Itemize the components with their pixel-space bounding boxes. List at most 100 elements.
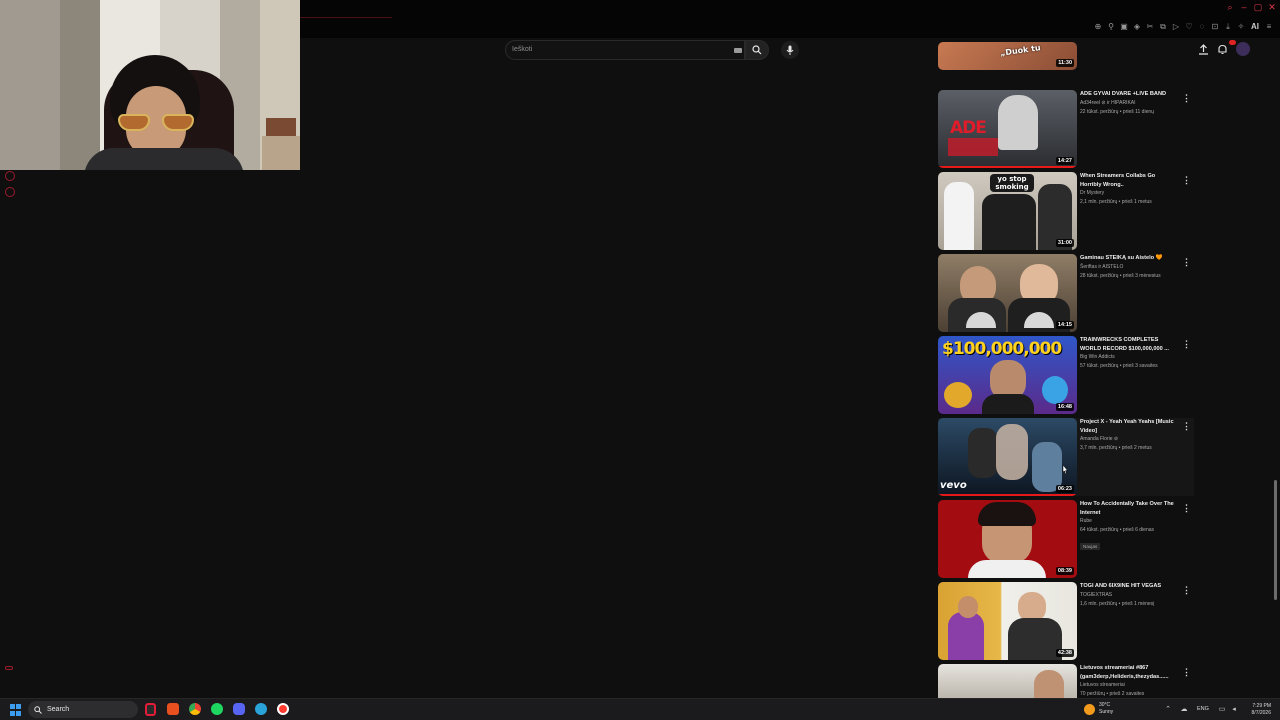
cast-icon[interactable]: ⧉	[1158, 22, 1168, 32]
more-options-icon[interactable]: ⋮	[1182, 585, 1191, 595]
video-thumbnail[interactable]: 42:38	[938, 582, 1077, 660]
discord-app-icon[interactable]	[233, 703, 245, 715]
video-channel[interactable]: Ad34reel ⊘ ir HIPARIKAI	[1080, 99, 1178, 108]
language-indicator[interactable]: ENG	[1197, 706, 1209, 712]
zoom-icon[interactable]: ⊕	[1093, 22, 1103, 32]
clock-time[interactable]: 7:29 PM	[1247, 703, 1271, 709]
sun-icon[interactable]	[1084, 704, 1095, 715]
list-item[interactable]: 42:38 TOGI AND 6IX9INE HIT VEGAS TOGIEXT…	[938, 582, 1194, 660]
video-title[interactable]: TRAINWRECKS COMPLETES WORLD RECORD $100,…	[1080, 336, 1178, 353]
brave-app-icon[interactable]	[167, 703, 179, 715]
spotify-app-icon[interactable]	[211, 703, 223, 715]
sidebar-settings-icon[interactable]	[5, 187, 15, 197]
search-tabs-icon[interactable]: ⌕	[1226, 3, 1234, 12]
vevo-logo: vevo	[940, 480, 967, 491]
list-item[interactable]: Lietuvos streameriai #867 (gam3derp,Heli…	[938, 664, 1194, 698]
sidebar-messenger-icon[interactable]	[5, 171, 15, 181]
list-item[interactable]: $100,000,000 16:48 TRAINWRECKS COMPLETES…	[938, 336, 1194, 414]
tracker-icon[interactable]: ✂	[1145, 22, 1155, 32]
video-title[interactable]: TOGI AND 6IX9INE HIT VEGAS	[1080, 582, 1178, 591]
cloud-icon[interactable]: ☁	[1180, 706, 1188, 714]
search-button[interactable]	[745, 40, 769, 60]
maximize-icon[interactable]: ▢	[1254, 3, 1263, 12]
video-duration: 31:00	[1055, 239, 1074, 247]
more-options-icon[interactable]: ⋮	[1182, 421, 1191, 431]
shield-icon[interactable]: ◈	[1132, 22, 1142, 32]
pin-icon[interactable]: ⚲	[1106, 22, 1116, 32]
video-thumbnail[interactable]: 08:39	[938, 500, 1077, 578]
download-icon[interactable]: ⤓	[1223, 22, 1233, 32]
page-scrollbar[interactable]	[1272, 60, 1278, 696]
video-channel[interactable]: Rube	[1080, 517, 1178, 526]
close-icon[interactable]: ✕	[1268, 3, 1276, 12]
more-options-icon[interactable]: ⋮	[1182, 339, 1191, 349]
keyboard-icon[interactable]	[734, 48, 742, 53]
video-channel[interactable]: Dr Mystery	[1080, 189, 1178, 198]
chevron-up-icon[interactable]: ⌃	[1164, 706, 1172, 714]
video-title[interactable]: Gaminau STEIKĄ su Aistelo 🧡	[1080, 254, 1178, 263]
video-thumbnail[interactable]: yo stop smoking 31:00	[938, 172, 1077, 250]
video-title[interactable]: When Streamers Collabs Go Horribly Wrong…	[1080, 172, 1178, 189]
obs-app-icon[interactable]	[277, 703, 289, 715]
list-item[interactable]: 14:15 Gaminau STEIKĄ su Aistelo 🧡 Šerift…	[938, 254, 1194, 332]
video-thumbnail[interactable]: $100,000,000 16:48	[938, 336, 1077, 414]
video-stats: 22 tūkst. peržiūrų • prieš 11 dienų	[1080, 108, 1154, 115]
video-thumbnail[interactable]: ADE 14:27	[938, 90, 1077, 168]
minimize-icon[interactable]: –	[1240, 3, 1248, 12]
volume-icon[interactable]: ◂	[1230, 706, 1238, 714]
more-options-icon[interactable]: ⋮	[1182, 175, 1191, 185]
search-input[interactable]: Ieškoti	[505, 40, 745, 60]
ai-button[interactable]: AI	[1249, 22, 1261, 32]
video-title[interactable]: Project X - Yeah Yeah Yeahs [Music Video…	[1080, 418, 1178, 435]
video-stats: 2,1 mln. peržiūrų • prieš 1 metus	[1080, 199, 1152, 205]
opera-app-icon[interactable]	[145, 703, 156, 716]
list-item[interactable]: yo stop smoking 31:00 When Streamers Col…	[938, 172, 1194, 250]
heart-icon[interactable]: ♡	[1184, 22, 1194, 32]
video-duration: 08:39	[1055, 567, 1074, 575]
extensions-icon[interactable]: ✧	[1236, 22, 1246, 32]
list-item[interactable]: vevo 06:23 Project X - Yeah Yeah Yeahs […	[938, 418, 1194, 496]
list-item[interactable]: ADE 14:27 ADE GYVAI DVARE +LIVE BAND Ad3…	[938, 90, 1194, 168]
lock-icon[interactable]: ⊡	[1210, 22, 1220, 32]
video-stats: 1,6 mln. peržiūrų • prieš 1 mėnesį	[1080, 600, 1155, 607]
watch-progress	[938, 166, 1077, 168]
video-channel[interactable]: TOGIEXTRAS	[1080, 591, 1178, 600]
more-options-icon[interactable]: ⋮	[1182, 93, 1191, 103]
video-thumbnail[interactable]: vevo 06:23	[938, 418, 1077, 496]
list-item[interactable]: „Duok tu 11:30	[938, 42, 1194, 70]
video-duration: 14:27	[1055, 157, 1074, 165]
telegram-app-icon[interactable]	[255, 703, 267, 715]
scrollbar-thumb[interactable]	[1274, 480, 1277, 600]
snapshot-icon[interactable]: ▣	[1119, 22, 1129, 32]
video-duration: 06:23	[1055, 485, 1074, 493]
video-thumbnail[interactable]: „Duok tu 11:30	[938, 42, 1077, 70]
upload-icon[interactable]	[1198, 43, 1209, 55]
sidebar-more-icon[interactable]	[5, 666, 13, 670]
menu-icon[interactable]: ≡	[1264, 22, 1274, 32]
video-title[interactable]: How To Accidentally Take Over The Intern…	[1080, 500, 1178, 517]
play-icon[interactable]: ▷	[1171, 22, 1181, 32]
bell-icon[interactable]	[1217, 44, 1228, 55]
new-badge: Naujas	[1080, 543, 1101, 550]
chrome-app-icon[interactable]	[189, 703, 201, 715]
taskbar-search[interactable]: Search	[28, 701, 138, 718]
list-item[interactable]: 08:39 How To Accidentally Take Over The …	[938, 500, 1194, 578]
clock-date[interactable]: 8/7/2026	[1247, 710, 1271, 716]
voice-search-button[interactable]	[781, 41, 799, 59]
video-channel[interactable]: Big Win Addicts	[1080, 353, 1178, 362]
video-title[interactable]: ADE GYVAI DVARE +LIVE BAND	[1080, 90, 1178, 99]
avatar[interactable]	[1236, 42, 1250, 56]
video-title[interactable]: Lietuvos streameriai #867 (gam3derp,Heli…	[1080, 664, 1178, 681]
mic-icon	[786, 45, 794, 55]
more-options-icon[interactable]: ⋮	[1182, 503, 1191, 513]
more-options-icon[interactable]: ⋮	[1182, 667, 1191, 677]
video-channel[interactable]: Amanda Florie ⊘	[1080, 435, 1178, 444]
start-button[interactable]	[10, 704, 22, 716]
video-thumbnail[interactable]	[938, 664, 1077, 698]
more-options-icon[interactable]: ⋮	[1182, 257, 1191, 267]
chat-icon[interactable]: ◌	[1197, 22, 1207, 32]
video-channel[interactable]: Lietuvos streameriai	[1080, 681, 1178, 690]
monitor-icon[interactable]: ▭	[1218, 706, 1226, 714]
video-channel[interactable]: Šeriftas ir AISTELO	[1080, 263, 1178, 272]
video-thumbnail[interactable]: 14:15	[938, 254, 1077, 332]
